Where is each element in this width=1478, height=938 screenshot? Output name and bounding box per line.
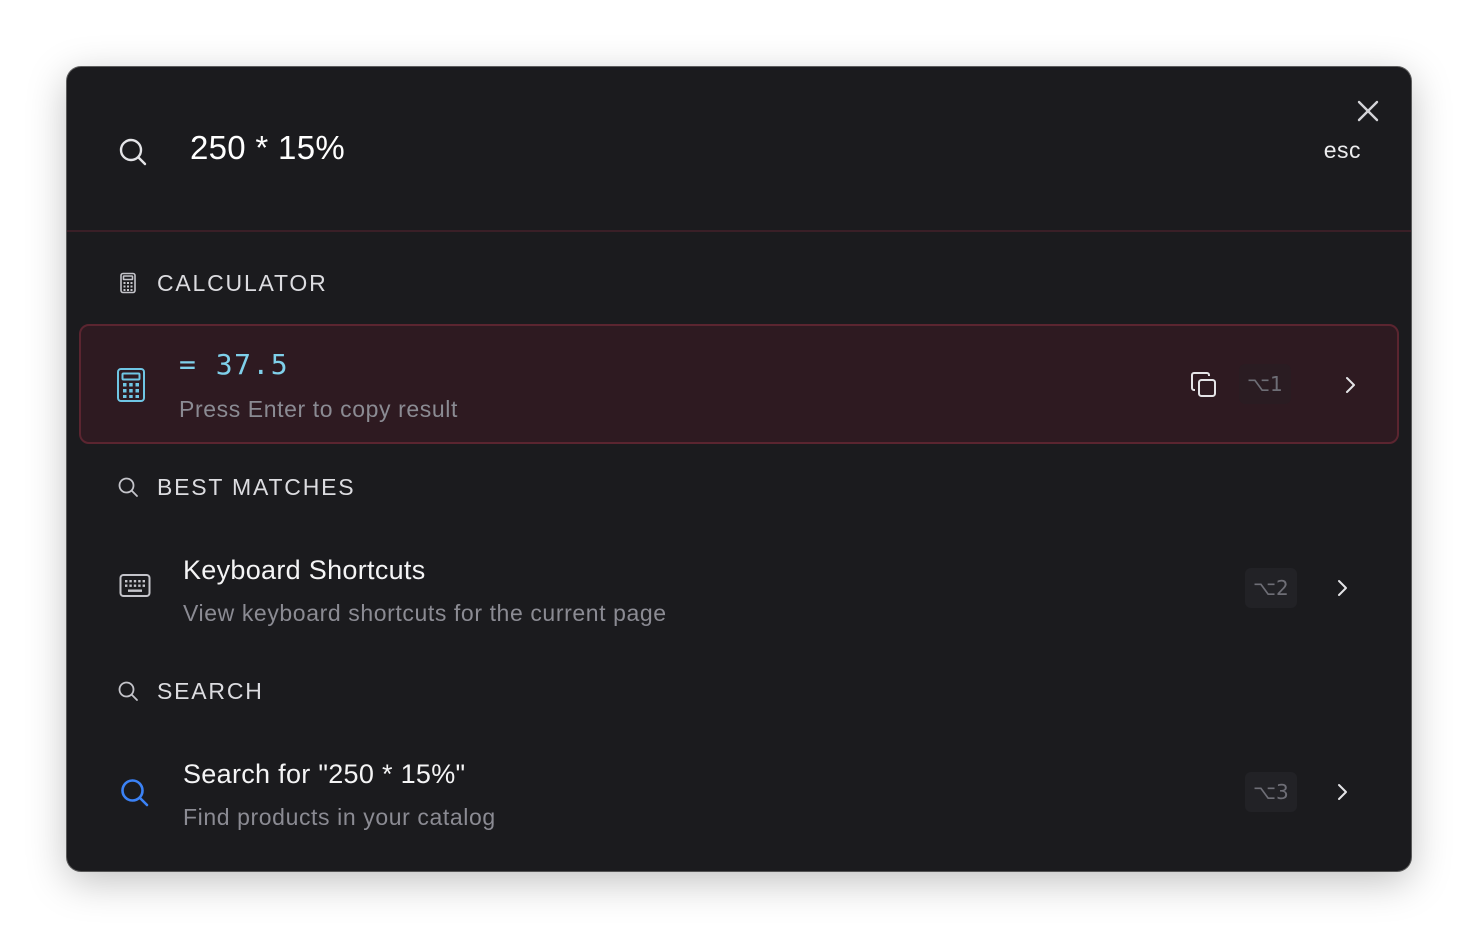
- chevron-right-icon: [1333, 783, 1351, 801]
- divider: [67, 230, 1411, 232]
- section-label: CALCULATOR: [157, 269, 328, 296]
- search-icon: [117, 680, 139, 702]
- command-palette: 250 * 15% esc CALCULATOR = 37.5 Press En…: [67, 67, 1411, 871]
- result-calculator[interactable]: = 37.5 Press Enter to copy result ⌥1: [79, 324, 1399, 444]
- search-icon: [117, 476, 139, 498]
- section-label: BEST MATCHES: [157, 473, 356, 500]
- section-header-best-matches: BEST MATCHES: [117, 472, 355, 502]
- section-header-calculator: CALCULATOR: [117, 268, 328, 298]
- shortcut-badge: ⌥1: [1239, 364, 1291, 404]
- calculator-result: = 37.5: [179, 348, 290, 381]
- result-title: Search for "250 * 15%": [183, 759, 466, 789]
- result-keyboard-shortcuts[interactable]: Keyboard Shortcuts View keyboard shortcu…: [79, 529, 1399, 649]
- search-input[interactable]: 250 * 15%: [190, 129, 345, 167]
- result-subtitle: View keyboard shortcuts for the current …: [183, 600, 667, 626]
- section-header-search: SEARCH: [117, 676, 264, 706]
- result-subtitle: Find products in your catalog: [183, 804, 496, 830]
- search-icon: [119, 777, 153, 811]
- keyboard-icon: [119, 572, 153, 606]
- result-subtitle: Press Enter to copy result: [179, 396, 458, 422]
- calculator-icon: [115, 367, 149, 402]
- section-label: SEARCH: [157, 677, 264, 704]
- chevron-right-icon: [1333, 579, 1351, 597]
- search-bar: 250 * 15% esc: [67, 67, 1411, 231]
- close-icon[interactable]: [1355, 98, 1381, 124]
- shortcut-badge: ⌥3: [1245, 772, 1297, 812]
- chevron-right-icon: [1341, 376, 1359, 394]
- shortcut-badge: ⌥2: [1245, 568, 1297, 608]
- copy-icon[interactable]: [1189, 370, 1219, 400]
- esc-hint: esc: [1323, 137, 1361, 163]
- search-icon: [117, 136, 149, 168]
- result-title: Keyboard Shortcuts: [183, 555, 426, 585]
- calculator-icon: [117, 272, 139, 294]
- result-search-for[interactable]: Search for "250 * 15%" Find products in …: [79, 733, 1399, 853]
